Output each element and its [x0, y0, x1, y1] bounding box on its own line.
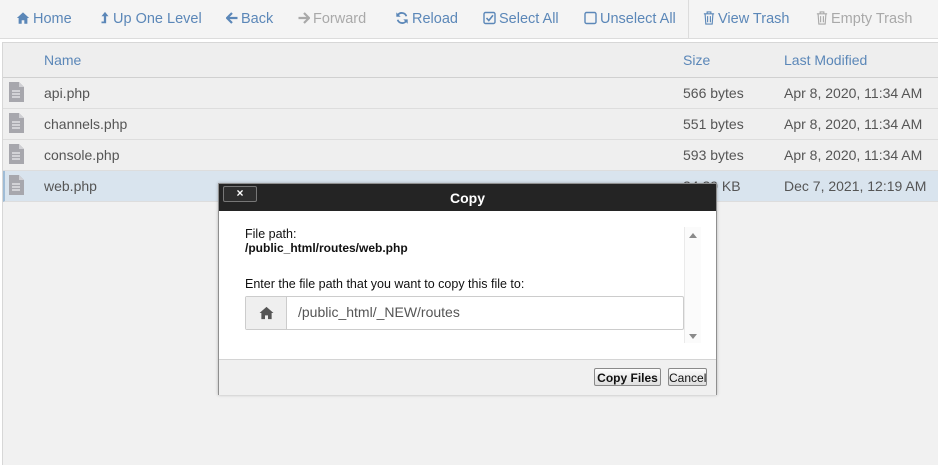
up-one-level-label: Up One Level: [113, 11, 202, 27]
scroll-up-arrow-icon[interactable]: [689, 233, 697, 238]
home-icon: [16, 12, 30, 24]
up-one-level-button[interactable]: Up One Level: [100, 9, 202, 29]
copy-dialog: Copy × File path: /public_html/routes/we…: [218, 183, 717, 395]
toolbar-divider: [688, 0, 689, 38]
empty-trash-label: Empty Trash: [831, 11, 913, 27]
unselect-all-button[interactable]: Unselect All: [584, 9, 676, 29]
destination-path-input[interactable]: [287, 297, 688, 327]
home-label: Home: [33, 11, 72, 27]
checkbox-checked-icon: [483, 11, 496, 25]
column-header-name[interactable]: Name: [44, 52, 81, 68]
select-all-label: Select All: [499, 11, 559, 27]
scroll-down-arrow-icon[interactable]: [689, 334, 697, 339]
table-row[interactable]: channels.php 551 bytes Apr 8, 2020, 11:3…: [3, 109, 938, 140]
table-row[interactable]: console.php 593 bytes Apr 8, 2020, 11:34…: [3, 140, 938, 171]
back-label: Back: [241, 11, 274, 27]
arrow-right-icon: [298, 12, 310, 24]
file-modified: Dec 7, 2021, 12:19 AM: [784, 178, 927, 194]
home-icon: [259, 306, 274, 320]
file-size: 566 bytes: [683, 85, 744, 101]
dialog-title: Copy: [450, 190, 485, 206]
destination-label: Enter the file path that you want to cop…: [245, 277, 525, 291]
select-all-button[interactable]: Select All: [483, 9, 559, 29]
file-text-icon: [9, 82, 24, 102]
file-name: api.php: [44, 85, 90, 101]
view-trash-label: View Trash: [718, 11, 790, 27]
column-header-modified[interactable]: Last Modified: [784, 52, 867, 68]
file-size: 551 bytes: [683, 116, 744, 132]
file-text-icon: [9, 113, 24, 133]
trash-icon: [816, 11, 828, 25]
dialog-body: File path: /public_html/routes/web.php E…: [219, 211, 716, 359]
file-size: 593 bytes: [683, 147, 744, 163]
file-name: console.php: [44, 147, 120, 163]
empty-trash-button[interactable]: Empty Trash: [816, 9, 912, 29]
reload-label: Reload: [412, 11, 458, 27]
refresh-icon: [396, 12, 408, 24]
file-text-icon: [9, 144, 24, 164]
home-button[interactable]: Home: [16, 9, 72, 29]
trash-icon: [703, 11, 715, 25]
toolbar: Home Up One Level Back Forward Reload Se…: [0, 0, 938, 39]
close-button[interactable]: ×: [223, 186, 257, 202]
file-modified: Apr 8, 2020, 11:34 AM: [784, 147, 923, 163]
checkbox-empty-icon: [584, 11, 597, 25]
forward-button[interactable]: Forward: [298, 9, 366, 29]
file-modified: Apr 8, 2020, 11:34 AM: [784, 85, 923, 101]
file-path-value: /public_html/routes/web.php: [245, 241, 408, 255]
file-path-label: File path:: [245, 227, 297, 241]
unselect-all-label: Unselect All: [600, 11, 676, 27]
home-addon: [246, 297, 287, 329]
column-header-size[interactable]: Size: [683, 52, 710, 68]
back-button[interactable]: Back: [226, 9, 273, 29]
view-trash-button[interactable]: View Trash: [703, 9, 789, 29]
arrow-left-icon: [226, 12, 238, 24]
table-row[interactable]: api.php 566 bytes Apr 8, 2020, 11:34 AM: [3, 78, 938, 109]
copy-files-button[interactable]: Copy Files: [594, 368, 661, 386]
destination-input-group: [245, 296, 688, 330]
table-header: Name Size Last Modified: [3, 43, 938, 78]
dialog-footer: Copy Files Cancel: [219, 359, 716, 395]
file-name: web.php: [44, 178, 97, 194]
file-text-icon: [9, 175, 24, 195]
dialog-header: Copy ×: [219, 184, 716, 211]
forward-label: Forward: [313, 11, 367, 27]
cancel-button[interactable]: Cancel: [668, 368, 707, 386]
file-name: channels.php: [44, 116, 128, 132]
level-up-icon: [101, 11, 109, 24]
dialog-scrollbar[interactable]: [684, 227, 701, 343]
file-modified: Apr 8, 2020, 11:34 AM: [784, 116, 923, 132]
reload-button[interactable]: Reload: [395, 9, 458, 29]
